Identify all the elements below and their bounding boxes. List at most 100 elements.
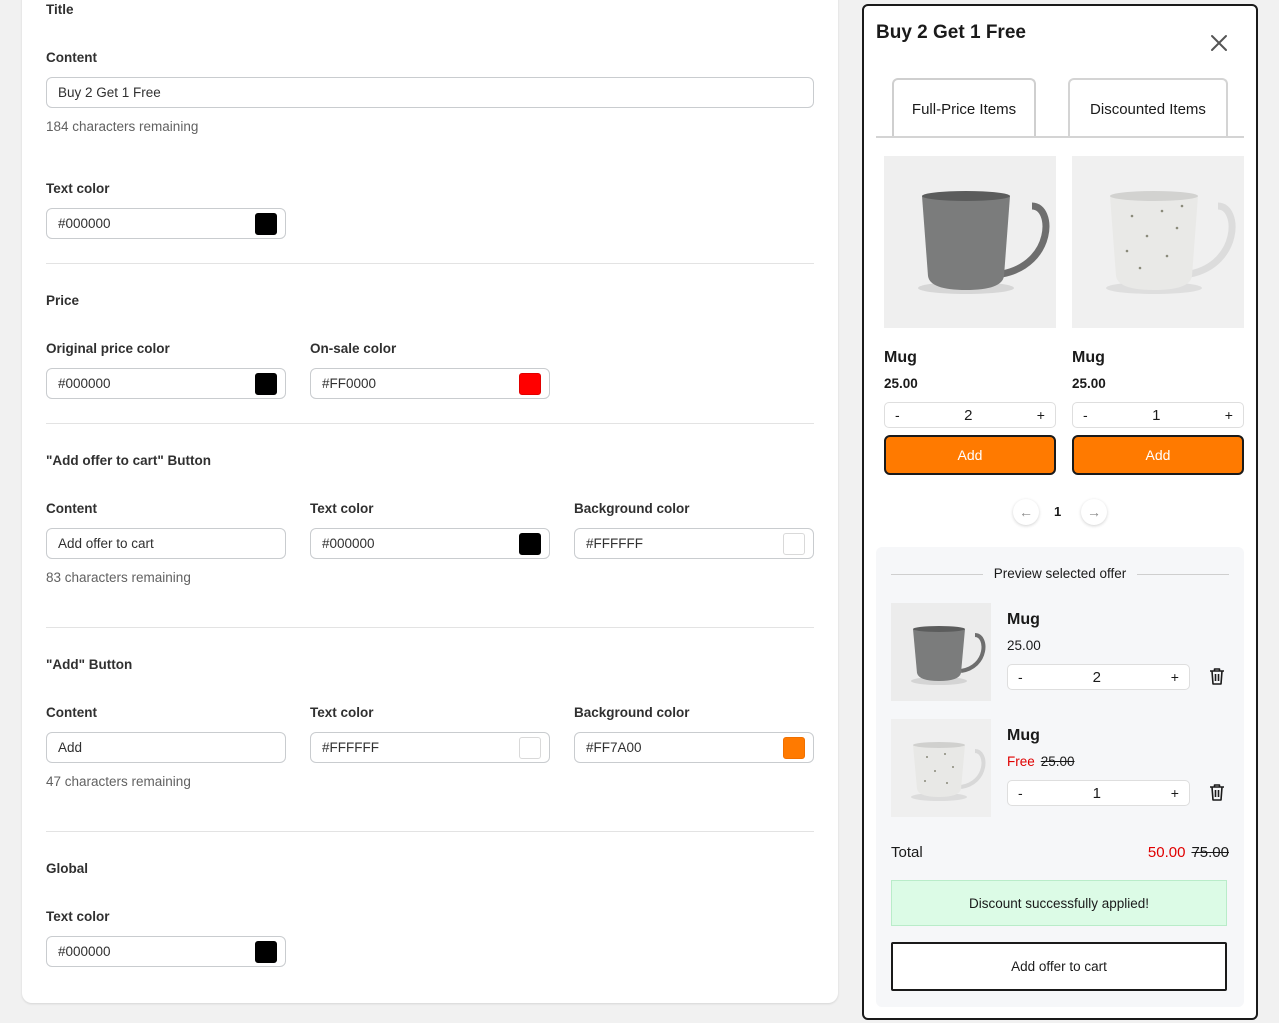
tab-label: Full-Price Items <box>911 100 1017 118</box>
title-content-label: Content <box>46 50 97 65</box>
section-offer-button-heading: "Add offer to cart" Button <box>46 453 212 468</box>
quantity-stepper[interactable]: - 2 + <box>1007 664 1190 690</box>
product-name: Mug <box>1072 349 1105 366</box>
global-text-color-swatch[interactable] <box>255 941 277 963</box>
on-sale-color-value: #FF0000 <box>322 376 377 391</box>
on-sale-color-input[interactable]: #FF0000 <box>310 368 550 399</box>
title-content-hint: 184 characters remaining <box>46 119 199 134</box>
add-offer-to-cart-button[interactable]: Add offer to cart <box>891 942 1227 991</box>
on-sale-color-swatch[interactable] <box>519 373 541 395</box>
quantity-value: 1 <box>1152 406 1161 424</box>
offer-button-content-value: Add offer to cart <box>58 536 154 551</box>
add-button-text-color-label: Text color <box>310 705 374 720</box>
increment-button[interactable]: + <box>1171 785 1179 801</box>
divider <box>46 831 814 832</box>
offer-button-text-color-label: Text color <box>310 501 374 516</box>
quantity-stepper[interactable]: - 2 + <box>884 402 1056 428</box>
offer-button-bg-color-swatch[interactable] <box>783 533 805 555</box>
offer-button-content-label: Content <box>46 501 97 516</box>
title-text-color-input[interactable]: #000000 <box>46 208 286 239</box>
trash-icon[interactable] <box>1209 667 1225 685</box>
offer-button-content-hint: 83 characters remaining <box>46 570 191 585</box>
total-label: Total <box>891 844 923 861</box>
add-button-content-hint: 47 characters remaining <box>46 774 191 789</box>
offer-preview-panel: Buy 2 Get 1 Free Full-Price Items Discou… <box>862 4 1258 1020</box>
quantity-value: 2 <box>1092 668 1101 686</box>
section-global-heading: Global <box>46 861 89 876</box>
offer-title: Buy 2 Get 1 Free <box>876 22 1026 43</box>
total-sale-price: 50.00 <box>1147 844 1186 861</box>
title-content-input[interactable]: Buy 2 Get 1 Free <box>46 77 814 108</box>
title-text-color-swatch[interactable] <box>255 213 277 235</box>
decrement-button[interactable]: - <box>1018 785 1023 801</box>
title-content-value: Buy 2 Get 1 Free <box>58 85 161 100</box>
close-icon[interactable] <box>1208 32 1230 54</box>
add-button-text-color-value: #FFFFFF <box>322 740 379 755</box>
title-text-color-label: Text color <box>46 181 110 196</box>
original-price: 25.00 <box>1040 754 1075 769</box>
original-price-color-swatch[interactable] <box>255 373 277 395</box>
tab-label: Discounted Items <box>1090 100 1206 118</box>
tab-discounted-items[interactable]: Discounted Items <box>1068 78 1228 138</box>
tab-underline <box>876 136 1244 138</box>
page-number: 1 <box>1054 504 1062 519</box>
offer-button-bg-color-label: Background color <box>574 501 690 516</box>
product-image-gray-mug <box>884 156 1056 328</box>
increment-button[interactable]: + <box>1171 669 1179 685</box>
global-text-color-input[interactable]: #000000 <box>46 936 286 967</box>
original-price-color-value: #000000 <box>58 376 111 391</box>
add-button-bg-color-swatch[interactable] <box>783 737 805 759</box>
prev-page-button[interactable]: ← <box>1013 499 1039 525</box>
global-text-color-label: Text color <box>46 909 110 924</box>
decrement-button[interactable]: - <box>1083 407 1088 423</box>
quantity-value: 2 <box>964 406 973 424</box>
selected-item-image-speckled-mug <box>891 719 991 817</box>
product-price: 25.00 <box>1072 376 1106 391</box>
offer-button-text-color-input[interactable]: #000000 <box>310 528 550 559</box>
original-price-color-input[interactable]: #000000 <box>46 368 286 399</box>
global-text-color-value: #000000 <box>58 944 111 959</box>
trash-icon[interactable] <box>1209 783 1225 801</box>
product-name: Mug <box>884 349 917 366</box>
increment-button[interactable]: + <box>1037 407 1045 423</box>
increment-button[interactable]: + <box>1225 407 1233 423</box>
selected-item-price-row: Free 25.00 <box>1007 754 1075 769</box>
total-value: 50.00 75.00 <box>1148 844 1229 861</box>
divider <box>1137 574 1229 575</box>
offer-button-text-color-swatch[interactable] <box>519 533 541 555</box>
offer-button-text-color-value: #000000 <box>322 536 375 551</box>
offer-button-content-input[interactable]: Add offer to cart <box>46 528 286 559</box>
add-button-content-value: Add <box>58 740 83 755</box>
section-add-button-heading: "Add" Button <box>46 657 133 672</box>
divider <box>46 423 814 424</box>
quantity-stepper[interactable]: - 1 + <box>1072 402 1244 428</box>
original-price-color-label: Original price color <box>46 341 170 356</box>
tab-full-price-items[interactable]: Full-Price Items <box>892 78 1036 138</box>
offer-button-bg-color-value: #FFFFFF <box>586 536 643 551</box>
quantity-stepper[interactable]: - 1 + <box>1007 780 1190 806</box>
add-button-content-label: Content <box>46 705 97 720</box>
add-button[interactable]: Add <box>884 435 1056 475</box>
quantity-value: 1 <box>1092 784 1101 802</box>
selected-item-name: Mug <box>1007 727 1040 744</box>
selected-item-price: 25.00 <box>1007 638 1041 653</box>
free-label: Free <box>1007 754 1035 769</box>
product-price: 25.00 <box>884 376 918 391</box>
discount-success-message: Discount successfully applied! <box>891 880 1227 926</box>
add-button-bg-color-input[interactable]: #FF7A00 <box>574 732 814 763</box>
settings-card: Title Content Buy 2 Get 1 Free 184 chara… <box>22 0 838 1003</box>
decrement-button[interactable]: - <box>895 407 900 423</box>
add-button[interactable]: Add <box>1072 435 1244 475</box>
add-button-content-input[interactable]: Add <box>46 732 286 763</box>
add-button-bg-color-value: #FF7A00 <box>586 740 642 755</box>
product-image-speckled-mug <box>1072 156 1244 328</box>
next-page-button[interactable]: → <box>1081 499 1107 525</box>
divider <box>46 263 814 264</box>
selected-item-image-gray-mug <box>891 603 991 701</box>
decrement-button[interactable]: - <box>1018 669 1023 685</box>
add-button-text-color-input[interactable]: #FFFFFF <box>310 732 550 763</box>
add-button-bg-color-label: Background color <box>574 705 690 720</box>
offer-button-bg-color-input[interactable]: #FFFFFF <box>574 528 814 559</box>
add-button-text-color-swatch[interactable] <box>519 737 541 759</box>
selected-item-name: Mug <box>1007 611 1040 628</box>
